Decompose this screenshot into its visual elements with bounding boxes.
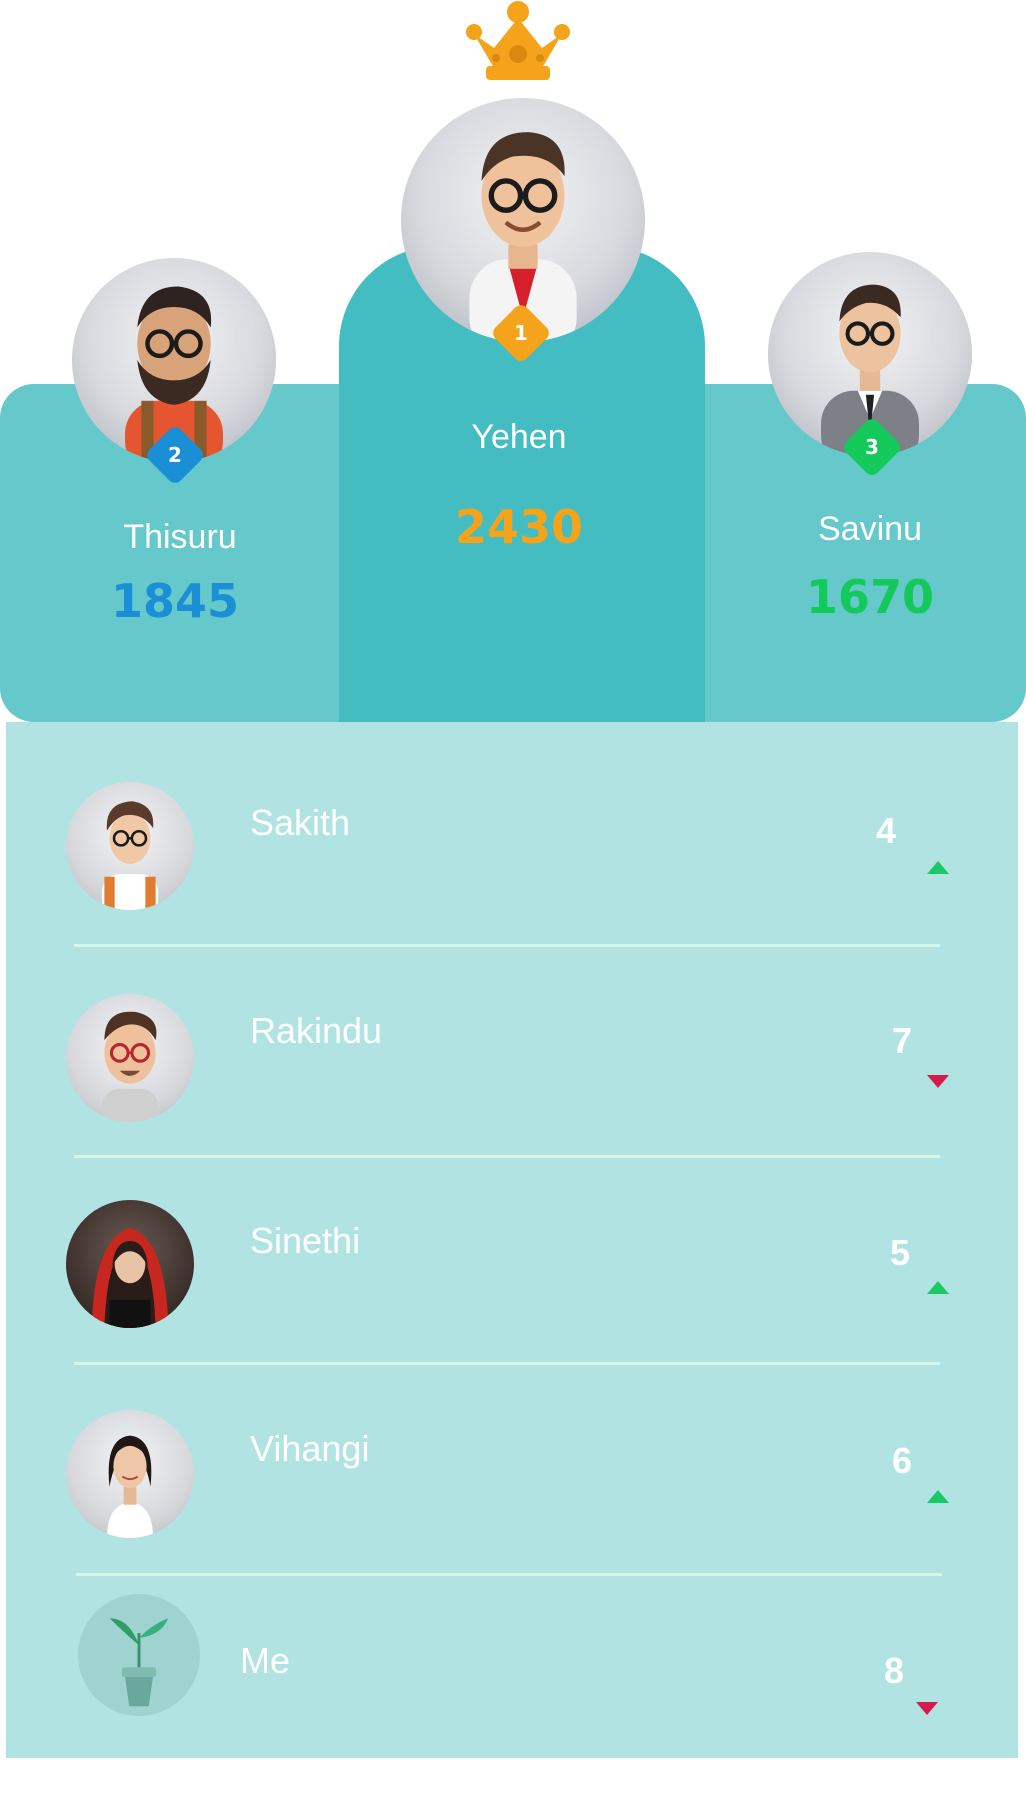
row-divider <box>74 944 940 947</box>
arrow-up-icon <box>927 1490 949 1503</box>
player-rank: 4 <box>875 810 896 851</box>
arrow-down-icon <box>927 1075 949 1088</box>
avatar-sakith <box>66 782 194 910</box>
row-divider <box>74 1362 940 1365</box>
list-item[interactable]: Vihangi 6 <box>0 1386 1026 1586</box>
player-name: Me <box>240 1640 291 1681</box>
arrow-up-icon <box>927 1281 949 1294</box>
rank-badge-first: 1 <box>489 301 553 365</box>
row-divider <box>76 1573 942 1576</box>
first-place-name: Yehen <box>471 418 567 456</box>
rank-badge-third: 3 <box>840 415 904 479</box>
avatar-sinethi <box>66 1200 194 1328</box>
arrow-down-icon <box>916 1702 938 1715</box>
crown-icon <box>466 0 570 82</box>
player-rank: 6 <box>891 1440 912 1481</box>
player-rank: 8 <box>883 1650 904 1691</box>
player-rank: 5 <box>889 1232 910 1273</box>
row-divider <box>74 1155 940 1158</box>
player-name: Rakindu <box>250 1010 383 1051</box>
list-item[interactable]: Me 8 <box>0 1594 1026 1794</box>
list-item[interactable]: Sakith 4 <box>0 760 1026 960</box>
third-place-score: 1670 <box>805 570 935 624</box>
avatar-vihangi <box>66 1410 194 1538</box>
player-rank: 7 <box>891 1020 912 1061</box>
list-item[interactable]: Rakindu 7 <box>0 970 1026 1170</box>
list-item[interactable]: Sinethi 5 <box>0 1178 1026 1378</box>
player-name: Vihangi <box>250 1428 370 1469</box>
avatar-rakindu <box>66 994 194 1122</box>
player-name: Sakith <box>250 802 351 843</box>
rank-badge-second: 2 <box>143 423 207 487</box>
third-place-name: Savinu <box>818 510 922 548</box>
second-place-score: 1845 <box>110 574 240 628</box>
arrow-up-icon <box>927 861 949 874</box>
second-place-name: Thisuru <box>123 518 237 556</box>
player-name: Sinethi <box>250 1220 361 1261</box>
plant-icon <box>78 1594 200 1716</box>
first-place-score: 2430 <box>454 500 584 554</box>
